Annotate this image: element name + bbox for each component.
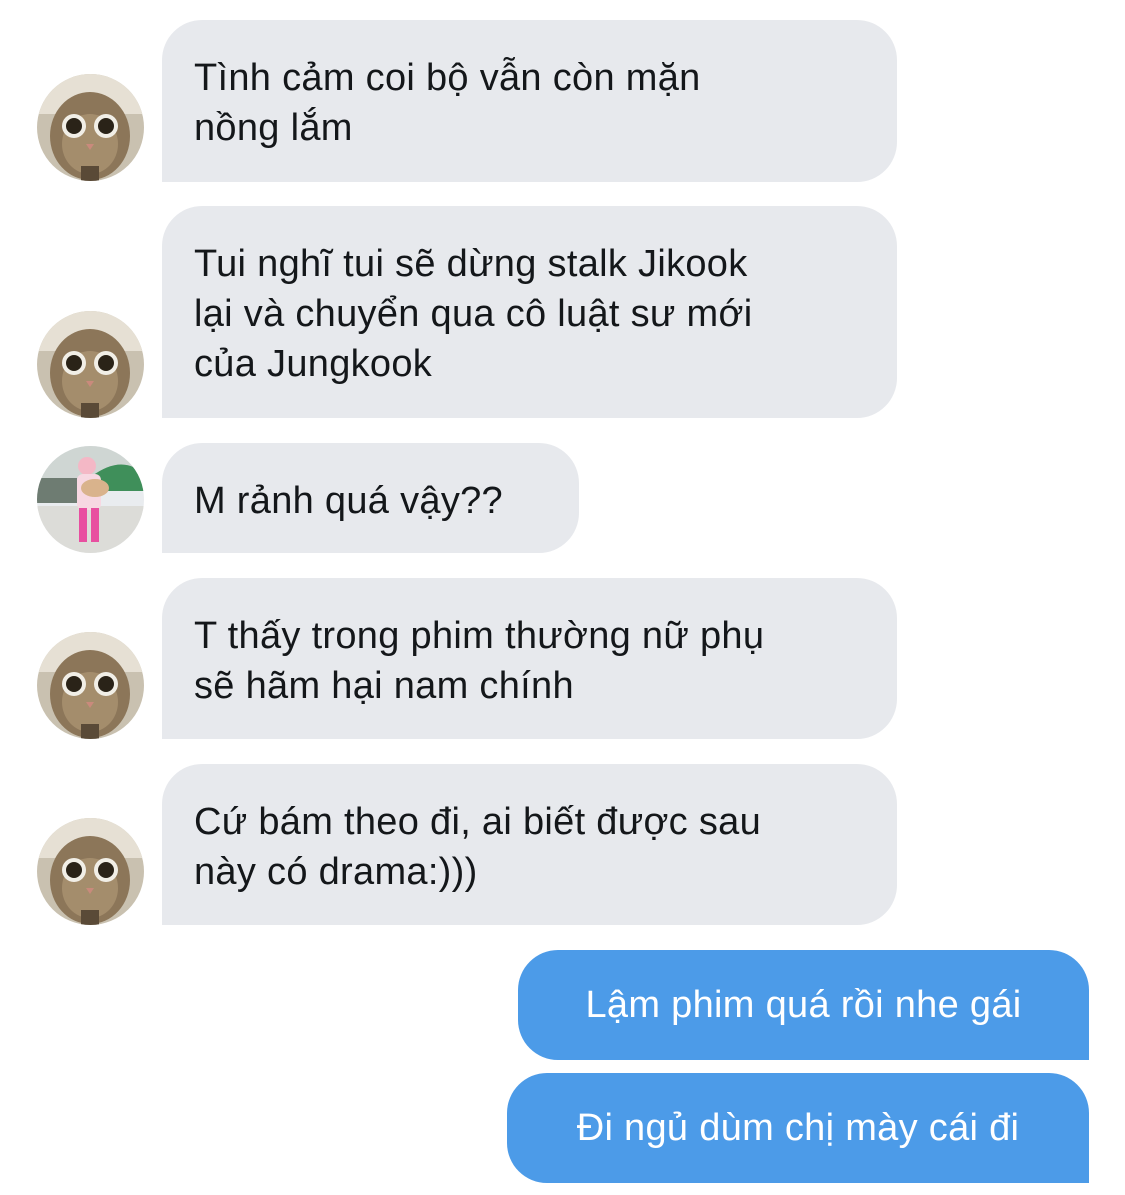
message-text-line: này có drama:))) — [194, 851, 478, 893]
outgoing-message-bubble[interactable]: Đi ngủ dùm chị mày cái đi — [507, 1073, 1089, 1183]
message-text-line: nồng lắm — [194, 107, 353, 149]
message-thread: Tình cảm coi bộ vẫn còn mặn nồng lắm Tui… — [0, 0, 1125, 1195]
message-text-line: M rảnh quá vậy?? — [194, 480, 503, 522]
outgoing-message-bubble[interactable]: Lậm phim quá rồi nhe gái — [518, 950, 1089, 1060]
message-text-line: lại và chuyển qua cô luật sư mới — [194, 293, 753, 335]
message-text-line: sẽ hãm hại nam chính — [194, 665, 574, 707]
cat-avatar-icon[interactable] — [37, 74, 144, 181]
cat-avatar-icon[interactable] — [37, 632, 144, 739]
message-text-line: Cứ bám theo đi, ai biết được sau — [194, 801, 762, 843]
cat-avatar-icon[interactable] — [37, 311, 144, 418]
cat-avatar-icon[interactable] — [37, 818, 144, 925]
incoming-message-bubble[interactable]: Tui nghĩ tui sẽ dừng stalk Jikook lại và… — [162, 206, 897, 418]
message-text-line: Đi ngủ dùm chị mày cái đi — [576, 1107, 1020, 1149]
incoming-message-bubble[interactable]: Cứ bám theo đi, ai biết được sau này có … — [162, 764, 897, 925]
person-with-dog-avatar-icon[interactable] — [37, 446, 144, 553]
message-text-line: Lậm phim quá rồi nhe gái — [585, 984, 1022, 1026]
incoming-message-bubble[interactable]: M rảnh quá vậy?? — [162, 443, 579, 553]
incoming-message-bubble[interactable]: T thấy trong phim thường nữ phụ sẽ hãm h… — [162, 578, 897, 739]
message-text-line: T thấy trong phim thường nữ phụ — [194, 615, 765, 657]
message-text-line: Tình cảm coi bộ vẫn còn mặn — [194, 57, 701, 99]
message-text-line: của Jungkook — [194, 343, 433, 385]
incoming-message-bubble[interactable]: Tình cảm coi bộ vẫn còn mặn nồng lắm — [162, 20, 897, 182]
message-text-line: Tui nghĩ tui sẽ dừng stalk Jikook — [194, 243, 748, 285]
